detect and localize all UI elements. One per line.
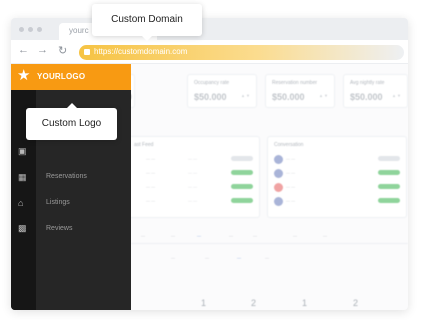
avatar xyxy=(274,169,283,178)
browser-navbar: ← → ↻ https://customdomain.com xyxy=(11,40,408,64)
bar-chart-icon[interactable]: ▩ xyxy=(18,223,27,234)
browser-window: yourc ← → ↻ https://customdomain.com 00 … xyxy=(11,18,408,310)
feed-row: — — — — xyxy=(124,197,253,209)
custom-logo-tooltip: Custom Logo xyxy=(26,103,117,140)
sidebar-icon-rail xyxy=(11,64,36,310)
stat-card-delta: ▲ ▼ xyxy=(391,93,401,98)
reload-icon[interactable]: ↻ xyxy=(58,44,67,57)
avatar xyxy=(274,183,283,192)
stat-card: Avg nightly rate $50.000 ▲ ▼ xyxy=(343,74,408,108)
stat-value: 1 xyxy=(201,298,207,308)
stat-value: 2 xyxy=(251,298,257,308)
conversation-row: — — xyxy=(274,169,400,181)
home-icon[interactable]: ⌂ xyxy=(18,198,23,208)
conversation-row: — — xyxy=(274,155,400,167)
address-url: https://customdomain.com xyxy=(94,47,188,56)
stat-card-label: Reservation number xyxy=(272,80,318,86)
conversation-row: — — xyxy=(274,197,400,209)
logo-text: YOURLOGO xyxy=(37,72,86,81)
window-close-dot[interactable] xyxy=(19,27,24,32)
star-icon: ★ xyxy=(17,67,31,84)
tooltip-arrow xyxy=(142,36,152,41)
stat-card-delta: ▲ ▼ xyxy=(240,93,250,98)
calendar-icon[interactable]: ▦ xyxy=(18,172,27,183)
arrow-left-icon[interactable]: ← xyxy=(18,44,29,56)
feed-panel-title: ast Feed xyxy=(134,142,154,148)
stat-card: Reservation number $50.000 ▲ ▼ xyxy=(265,74,335,108)
stat-value: 2 xyxy=(353,298,359,308)
conversation-panel-title: Conversation xyxy=(274,142,304,148)
stat-card-value: $50.000 xyxy=(194,92,227,102)
stat-card-value: $50.000 xyxy=(272,92,305,102)
window-maximize-dot[interactable] xyxy=(37,27,42,32)
logo-bar[interactable]: ★ YOURLOGO xyxy=(11,64,131,90)
conversation-row: — — xyxy=(274,183,400,195)
stat-card-label: Occupancy rate xyxy=(194,80,230,86)
conversation-panel: Conversation — — — — — — — — xyxy=(267,136,407,218)
stage: yourc ← → ↻ https://customdomain.com 00 … xyxy=(0,0,426,320)
stat-value: 1 xyxy=(302,298,308,308)
feed-row: — — — — xyxy=(124,169,253,181)
feed-row: — — — — xyxy=(124,183,253,195)
dashboard-tabs: — — — — — — — xyxy=(131,230,408,244)
tooltip-arrow xyxy=(67,103,77,108)
custom-logo-tooltip-text: Custom Logo xyxy=(41,118,102,129)
stat-card-label: Avg nightly rate xyxy=(350,80,385,86)
address-bar[interactable]: https://customdomain.com xyxy=(79,45,404,60)
stat-card: Occupancy rate $50.000 ▲ ▼ xyxy=(187,74,257,108)
briefcase-icon[interactable]: ▣ xyxy=(18,146,27,157)
stat-card-value: $50.000 xyxy=(350,92,383,102)
dashboard-content: 00 Occupancy rate $50.000 ▲ ▼ Reservatio… xyxy=(117,64,408,310)
custom-domain-tooltip-text: Custom Domain xyxy=(111,14,183,25)
window-minimize-dot[interactable] xyxy=(28,27,33,32)
stat-card-delta: ▲ ▼ xyxy=(318,93,328,98)
sidebar-item-reservations[interactable]: Reservations xyxy=(46,173,87,180)
sidebar-item-reviews[interactable]: Reviews xyxy=(46,225,72,232)
feed-panel: ast Feed — — — — — — — — — — — — — — — — xyxy=(117,136,260,218)
feed-row: — — — — xyxy=(124,155,253,167)
arrow-right-icon[interactable]: → xyxy=(37,44,48,56)
browser-tab-title: yourc xyxy=(69,26,89,35)
lock-icon xyxy=(84,49,90,55)
custom-domain-tooltip: Custom Domain xyxy=(92,4,202,41)
avatar xyxy=(274,197,283,206)
sidebar-item-listings[interactable]: Listings xyxy=(46,199,70,206)
avatar xyxy=(274,155,283,164)
browser-titlebar: yourc xyxy=(11,18,408,40)
sidebar: ★ YOURLOGO ▣ ▦ ⌂ ▩ Reservations Listings… xyxy=(11,64,131,310)
